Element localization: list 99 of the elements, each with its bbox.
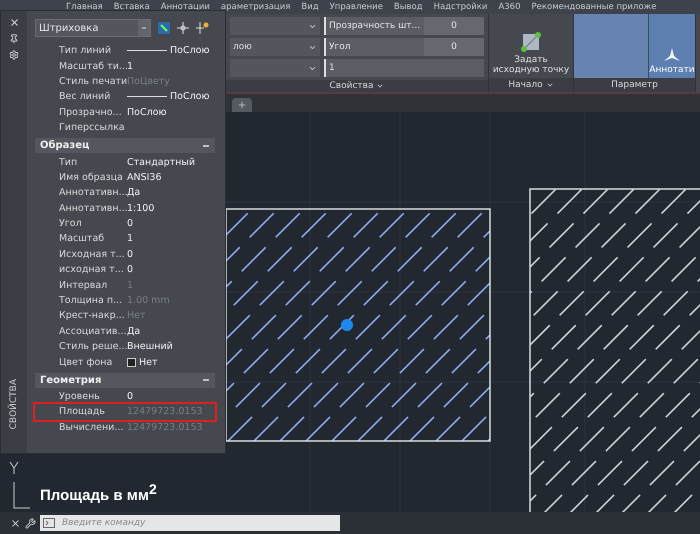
command-field[interactable]: Введите команду [58,515,340,531]
property-label: Аннотативн... [59,202,127,214]
property-label: Ассоциатив... [59,326,127,337]
property-row[interactable]: Гиперссылка [35,120,215,136]
ribbon-tab[interactable]: A360 [498,0,520,14]
section-header[interactable]: Образец [35,138,215,154]
property-value: Стандартный [127,156,196,168]
property-row[interactable]: Масштаб 1 [35,231,215,247]
property-row[interactable]: Масштаб ти...1 [35,58,215,74]
close-icon[interactable] [8,17,20,28]
set-origin-button[interactable]: Задать исходную точку [489,14,573,78]
ribbon-tab[interactable]: Аннотации [160,0,210,14]
caret-icon [376,82,384,90]
close-icon[interactable] [10,518,21,528]
line-sample [127,50,167,52]
panel-title[interactable]: Свойства [226,80,488,92]
property-value: Внешний [127,341,173,352]
color-swatch [127,358,136,367]
property-label: Стиль реше... [59,341,127,352]
property-row[interactable]: Угол 0 [35,216,215,232]
object-type-dropdown[interactable]: Штриховка [35,19,151,37]
property-row[interactable]: Ассоциатив...Да [35,324,215,340]
prompt-icon[interactable] [40,515,58,531]
select-objects-icon[interactable] [157,21,171,35]
property-label: Масштаб ти... [59,60,127,72]
property-label: Вычислени... [59,422,124,433]
property-value: 0 [127,248,134,260]
property-value: Да [127,326,140,337]
property-value: ANSI36 [127,172,162,183]
ribbon-tab[interactable]: Управление [330,0,383,14]
color-dropdown[interactable] [230,17,320,35]
property-row[interactable]: Уровень 0 [35,388,215,404]
property-row[interactable]: Аннотативн...1:100 [35,200,215,216]
section-header[interactable]: Геометрия [35,372,215,388]
panel-title[interactable]: Параметр [574,78,695,92]
palette-title: СВОЙСТВА [9,378,19,429]
quick-select-icon[interactable] [195,21,209,35]
property-label: Крест-накр... [59,310,126,322]
property-row[interactable]: исходная т... 0 [35,262,215,278]
angle-field[interactable]: Угол 0 [324,38,484,56]
property-value: 1:100 [127,202,154,214]
wrench-icon[interactable] [25,518,36,528]
property-label: Масштаб [59,233,106,244]
property-label: Интервал [59,280,108,291]
property-label: Толщина п... [59,295,124,306]
property-row[interactable]: Цвет фона Нет [35,354,215,370]
transparency-field[interactable]: Прозрачность шт... 0 [324,17,484,35]
panel-title[interactable]: Начало [489,78,573,92]
scale-field[interactable]: 1 [324,59,484,77]
caret-icon [546,81,554,89]
property-value: 0 [127,391,134,402]
property-label: Площадь [59,406,106,418]
property-value: 1 [127,233,134,244]
property-row[interactable]: Исходная т... 0 [35,246,215,262]
crosshair-icon[interactable] [177,22,189,34]
property-value: Нет [127,356,158,368]
property-row[interactable]: Аннотативн...Да [35,185,215,201]
property-label: Уровень [59,391,101,402]
pin-icon[interactable] [9,34,19,44]
settings-icon[interactable] [9,50,19,60]
property-label: Стиль печати [59,76,127,87]
ribbon-tab[interactable]: Главная [66,0,103,14]
ribbon-tab[interactable]: араметризация [220,0,290,14]
section-title: Образец [40,140,90,152]
section-title: Геометрия [40,374,102,386]
property-label: Угол [59,218,83,230]
origin-icon [520,31,542,53]
property-row[interactable]: Вес линий ПоСлою [35,89,215,105]
annotative-button[interactable]: Аннотати [649,14,695,78]
ribbon-tab[interactable]: Вставка [114,0,150,14]
property-value: 0 [127,264,134,276]
property-value: ПоСлою [127,91,210,102]
property-row[interactable]: Тип Стандартный [35,154,215,170]
ribbon-tab[interactable]: Надстройки [434,0,488,14]
property-label: Вес линий [59,91,112,102]
property-label: Аннотативн... [59,187,127,198]
property-label: Гиперссылка [59,122,126,134]
ribbon-tab[interactable]: Вид [301,0,319,14]
plus-icon [237,100,247,110]
property-label: Имя образца [59,172,124,183]
property-value: Да [127,187,140,198]
property-value: ПоСлою [127,45,210,56]
grip-point[interactable] [341,319,353,331]
layer-dropdown[interactable]: лою [230,38,320,56]
property-row[interactable]: Стиль реше...Внешний [35,339,215,354]
ribbon-tab[interactable]: Рекомендованные приложе [532,0,656,14]
property-value: 0 [127,218,134,230]
new-tab-button[interactable] [232,98,252,112]
property-label: Исходная т... [59,248,126,260]
property-label: исходная т... [59,264,125,276]
y-axis-icon [10,462,30,508]
property-label: Цвет фона [59,356,114,368]
property-row[interactable]: Имя образца ANSI36 [35,170,215,186]
line-sample [127,96,167,98]
property-label: Тип [59,156,78,168]
property-value: 1 [127,60,134,72]
property-row[interactable]: Тип линий ПоСлою [35,43,215,58]
property-label: Тип линий [59,45,112,56]
ribbon-tab[interactable]: Вывод [394,0,423,14]
